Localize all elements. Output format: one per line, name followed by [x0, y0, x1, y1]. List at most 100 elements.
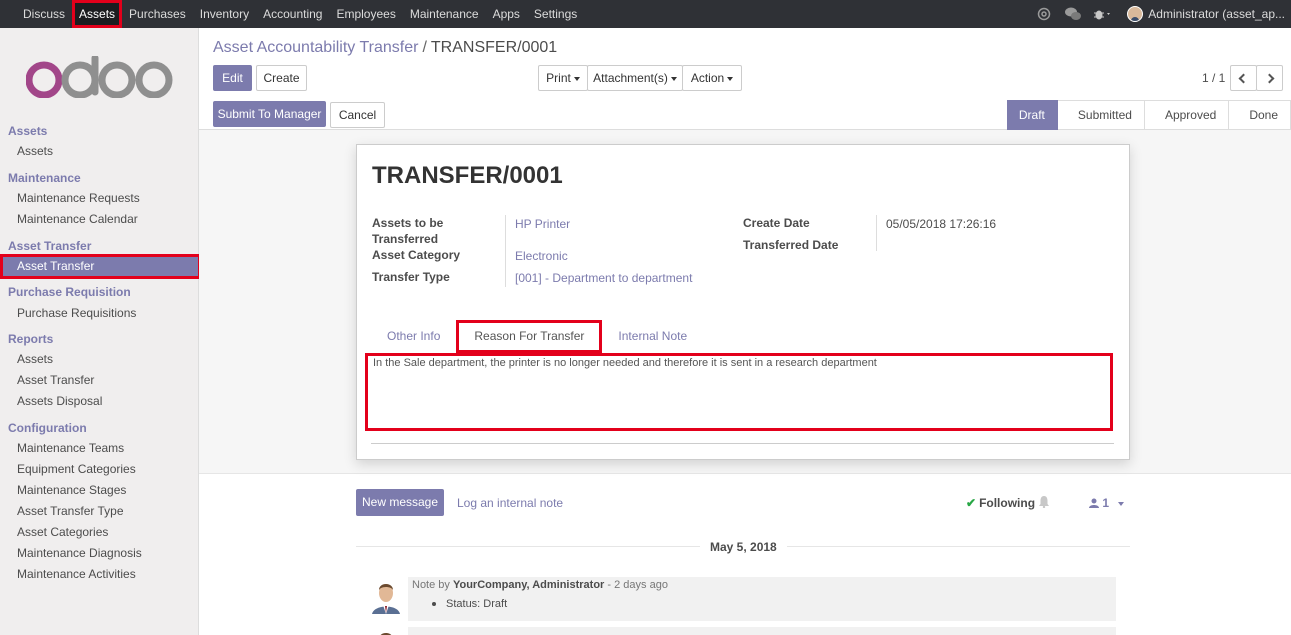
sidebar-item-equipment-categories[interactable]: Equipment Categories	[0, 459, 198, 480]
action-dropdown[interactable]: Action	[682, 65, 742, 91]
sidebar-item-maintenance-teams[interactable]: Maintenance Teams	[0, 438, 198, 459]
sidebar-item-assets[interactable]: Assets	[0, 141, 198, 162]
menu-assets[interactable]: Assets	[72, 0, 123, 28]
sidebar-item-maintenance-calendar[interactable]: Maintenance Calendar	[0, 209, 198, 230]
chatter-message-partial	[408, 627, 1116, 635]
create-button[interactable]: Create	[256, 65, 307, 91]
menu-inventory[interactable]: Inventory	[193, 0, 256, 28]
transferred-date-label: Transferred Date	[743, 238, 839, 252]
caret-down-icon	[670, 76, 677, 81]
assets-field-value[interactable]: HP Printer	[515, 216, 570, 232]
menu-employees[interactable]: Employees	[329, 0, 402, 28]
caret-down-icon	[573, 76, 580, 81]
attachments-label: Attachment(s)	[593, 71, 668, 85]
stage-pipeline: Draft Submitted Approved Done	[1006, 100, 1291, 130]
stage-draft[interactable]: Draft	[1006, 100, 1058, 130]
attachments-dropdown[interactable]: Attachment(s)	[587, 65, 683, 91]
assets-label-line1: Assets to be	[372, 216, 444, 230]
submit-to-manager-button[interactable]: Submit To Manager	[213, 101, 326, 127]
sidebar-section-purchase-requisition: Purchase Requisition	[8, 285, 131, 299]
message-prefix: Note by	[412, 579, 453, 591]
sidebar-section-assets: Assets	[8, 124, 48, 138]
app-menu: Discuss Assets Purchases Inventory Accou…	[16, 0, 584, 28]
sidebar-item-maintenance-requests[interactable]: Maintenance Requests	[0, 188, 198, 209]
chat-bubbles-icon[interactable]	[1065, 7, 1082, 21]
at-sign-icon[interactable]	[1037, 7, 1051, 21]
sidebar-item-maintenance-diagnosis[interactable]: Maintenance Diagnosis	[0, 543, 198, 564]
breadcrumb-parent[interactable]: Asset Accountability Transfer	[213, 39, 418, 56]
field-divider	[876, 215, 877, 251]
notebook-divider	[371, 443, 1114, 444]
following-toggle[interactable]: ✔ Following	[966, 496, 1035, 510]
assets-label-line2: Transferred	[372, 232, 439, 246]
followers-count: 1	[1102, 496, 1110, 510]
log-note-link[interactable]: Log an internal note	[457, 496, 563, 510]
sidebar-item-report-asset-transfer[interactable]: Asset Transfer	[0, 370, 198, 391]
pager-next-button[interactable]	[1256, 65, 1283, 91]
record-title: TRANSFER/0001	[372, 162, 563, 189]
sidebar-section-reports: Reports	[8, 332, 54, 346]
odoo-logo	[26, 56, 173, 98]
sidebar-section-configuration: Configuration	[8, 421, 87, 435]
action-label: Action	[690, 71, 725, 85]
followers-dropdown[interactable]: 1	[1089, 496, 1125, 510]
pager-value: 1 / 1	[1202, 71, 1226, 85]
author-avatar	[368, 578, 404, 614]
caret-down-icon	[727, 76, 734, 81]
following-label: Following	[979, 496, 1036, 510]
sidebar-item-asset-categories[interactable]: Asset Categories	[0, 522, 198, 543]
breadcrumb-separator: /	[422, 39, 427, 56]
stage-done[interactable]: Done	[1229, 100, 1291, 130]
reason-for-transfer-text: In the Sale department, the printer is n…	[365, 353, 1113, 431]
bell-icon[interactable]	[1039, 496, 1049, 508]
message-author[interactable]: YourCompany, Administrator	[453, 579, 604, 591]
category-field-value[interactable]: Electronic	[515, 248, 568, 264]
chevron-right-icon	[1264, 73, 1275, 84]
top-navbar: Discuss Assets Purchases Inventory Accou…	[0, 0, 1291, 28]
user-icon	[1089, 498, 1099, 508]
bug-icon[interactable]	[1093, 7, 1113, 21]
assets-field-label: Assets to be Transferred	[372, 215, 443, 247]
sidebar-item-asset-transfer-type[interactable]: Asset Transfer Type	[0, 501, 198, 522]
stage-approved[interactable]: Approved	[1144, 100, 1230, 130]
sidebar-item-report-assets[interactable]: Assets	[0, 349, 198, 370]
menu-settings[interactable]: Settings	[527, 0, 584, 28]
menu-discuss[interactable]: Discuss	[16, 0, 72, 28]
transfer-type-label: Transfer Type	[372, 270, 450, 284]
menu-purchases[interactable]: Purchases	[122, 0, 193, 28]
chatter-message: Note by YourCompany, Administrator - 2 d…	[408, 577, 1116, 621]
menu-maintenance[interactable]: Maintenance	[403, 0, 486, 28]
transfer-type-value[interactable]: [001] - Department to department	[515, 270, 692, 286]
menu-accounting[interactable]: Accounting	[256, 0, 329, 28]
sidebar-item-maintenance-activities[interactable]: Maintenance Activities	[0, 564, 198, 585]
sidebar-item-maintenance-stages[interactable]: Maintenance Stages	[0, 480, 198, 501]
edit-button[interactable]: Edit	[213, 65, 252, 91]
form-statusbar: Submit To Manager Cancel Draft Submitted…	[199, 100, 1291, 130]
sidebar-item-report-assets-disposal[interactable]: Assets Disposal	[0, 391, 198, 412]
check-icon: ✔	[966, 496, 977, 510]
tab-internal-note[interactable]: Internal Note	[602, 320, 703, 353]
tab-reason-for-transfer[interactable]: Reason For Transfer	[456, 320, 603, 353]
chevron-left-icon	[1238, 73, 1249, 84]
author-avatar	[368, 627, 404, 635]
form-sheet: TRANSFER/0001 Assets to be Transferred HP…	[356, 144, 1130, 460]
message-header: Note by YourCompany, Administrator - 2 d…	[412, 579, 668, 591]
print-label: Print	[546, 71, 571, 85]
sidebar-item-asset-transfer[interactable]: Asset Transfer	[0, 254, 201, 279]
user-menu[interactable]: Administrator (asset_ap...	[1127, 6, 1285, 22]
sidebar: Assets Assets Maintenance Maintenance Re…	[0, 28, 201, 635]
message-time: - 2 days ago	[604, 579, 668, 591]
date-separator-label: May 5, 2018	[700, 540, 787, 554]
systray: Administrator (asset_ap...	[1037, 0, 1285, 28]
tab-other-info[interactable]: Other Info	[371, 320, 456, 353]
caret-down-icon	[1118, 501, 1125, 506]
cancel-button[interactable]: Cancel	[330, 102, 385, 128]
message-body: Status: Draft	[432, 598, 507, 610]
sidebar-item-purchase-requisitions[interactable]: Purchase Requisitions	[0, 303, 198, 324]
print-dropdown[interactable]: Print	[538, 65, 588, 91]
stage-submitted[interactable]: Submitted	[1057, 100, 1145, 130]
new-message-button[interactable]: New message	[356, 489, 444, 516]
pager-previous-button[interactable]	[1230, 65, 1257, 91]
field-divider	[505, 215, 506, 287]
menu-apps[interactable]: Apps	[486, 0, 527, 28]
